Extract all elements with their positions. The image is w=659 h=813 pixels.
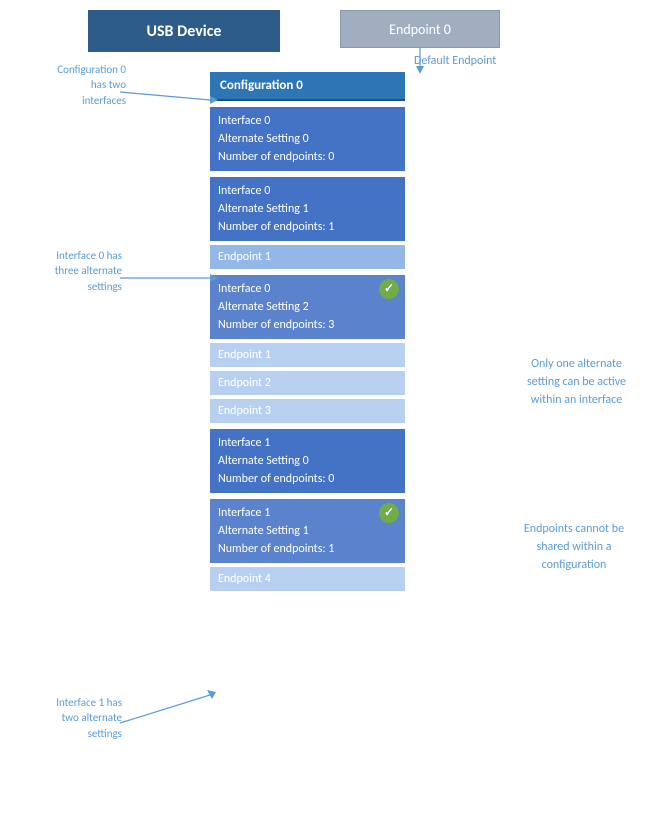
diagram-area: Configuration 0 Interface 0 Alternate Se… bbox=[210, 72, 405, 591]
annotation-one-active: Only one alternatesetting can be activew… bbox=[504, 355, 649, 409]
iface1-alt0-line1: Interface 1 bbox=[218, 436, 270, 450]
iface0-alt2-checkmark: ✓ bbox=[379, 279, 399, 299]
annotation-endpoints-shared: Endpoints cannot beshared within aconfig… bbox=[499, 520, 649, 574]
config-label: Configuration 0 bbox=[220, 78, 303, 93]
iface1-alt0-line2: Alternate Setting 0 bbox=[218, 454, 309, 468]
iface0-alt0-line1: Interface 0 bbox=[218, 114, 270, 128]
iface0-alt2-section: ✓ Interface 0 Alternate Setting 2 Number… bbox=[210, 275, 405, 339]
iface0-alt1-section: Interface 0 Alternate Setting 1 Number o… bbox=[210, 177, 405, 241]
iface0-alt2-line3: Number of endpoints: 3 bbox=[218, 318, 334, 332]
annotation-iface1-alt: Interface 1 hastwo alternatesettings bbox=[2, 695, 122, 741]
usb-device-label: USB Device bbox=[147, 22, 222, 41]
endpoint4: Endpoint 4 bbox=[210, 567, 405, 591]
default-endpoint-label: Default Endpoint bbox=[414, 54, 496, 68]
iface0-alt1-line1: Interface 0 bbox=[218, 184, 270, 198]
endpoint2-alt2: Endpoint 2 bbox=[210, 371, 405, 395]
annotation-config-interfaces: Configuration 0has twointerfaces bbox=[6, 62, 126, 108]
usb-device-box: USB Device bbox=[88, 10, 280, 52]
iface0-alt0-line2: Alternate Setting 0 bbox=[218, 132, 309, 146]
endpoint0-label: Endpoint 0 bbox=[389, 21, 451, 38]
iface1-alt1-checkmark: ✓ bbox=[379, 503, 399, 523]
endpoint1-alt1: Endpoint 1 bbox=[210, 245, 405, 269]
iface1-alt0-section: Interface 1 Alternate Setting 0 Number o… bbox=[210, 429, 405, 493]
endpoint0-box: Endpoint 0 bbox=[340, 10, 500, 48]
endpoint1-alt2: Endpoint 1 bbox=[210, 343, 405, 367]
endpoint3-alt2: Endpoint 3 bbox=[210, 399, 405, 423]
iface0-alt0-line3: Number of endpoints: 0 bbox=[218, 150, 334, 164]
iface0-alt2-line2: Alternate Setting 2 bbox=[218, 300, 309, 314]
iface1-alt1-line2: Alternate Setting 1 bbox=[218, 524, 309, 538]
annotation-iface0-alt: Interface 0 hasthree alternatesettings bbox=[2, 248, 122, 294]
iface0-alt2-line1: Interface 0 bbox=[218, 282, 270, 296]
iface1-alt0-line3: Number of endpoints: 0 bbox=[218, 472, 334, 486]
iface0-alt1-line3: Number of endpoints: 1 bbox=[218, 220, 334, 234]
iface0-alt0-section: Interface 0 Alternate Setting 0 Number o… bbox=[210, 107, 405, 171]
config-header: Configuration 0 bbox=[210, 72, 405, 101]
iface1-alt1-line3: Number of endpoints: 1 bbox=[218, 542, 334, 556]
iface1-alt1-line1: Interface 1 bbox=[218, 506, 270, 520]
iface1-alt1-section: ✓ Interface 1 Alternate Setting 1 Number… bbox=[210, 499, 405, 563]
iface0-alt1-line2: Alternate Setting 1 bbox=[218, 202, 309, 216]
